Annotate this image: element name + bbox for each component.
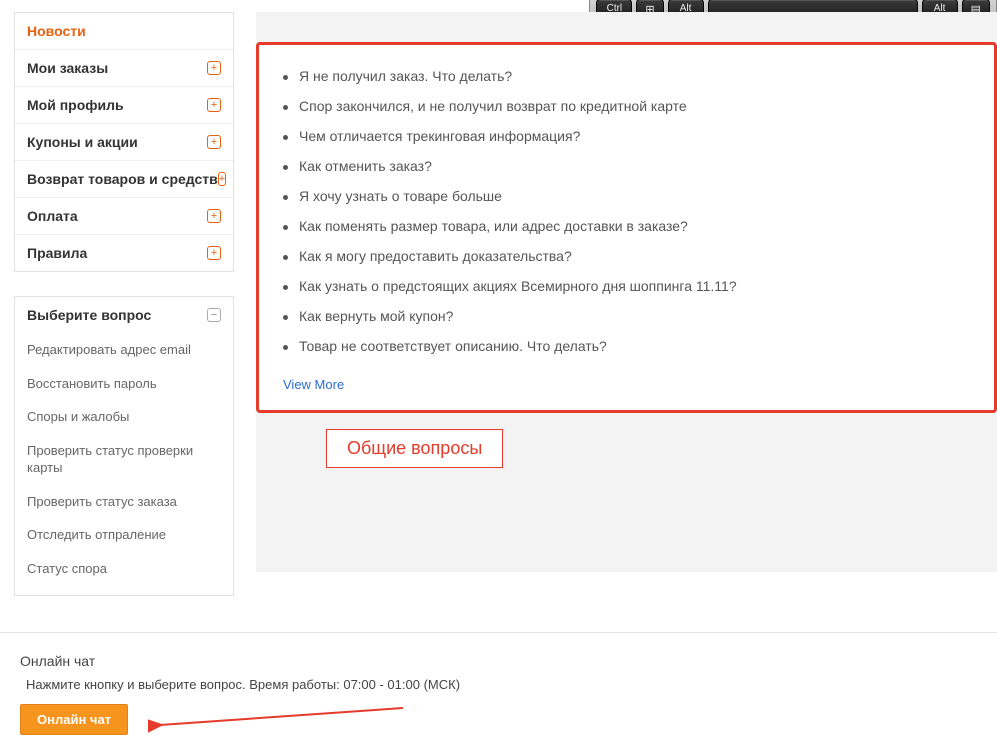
nav-label: Мой профиль xyxy=(27,97,124,113)
questions-list: Редактировать адрес email Восстановить п… xyxy=(15,333,233,595)
faq-item[interactable]: Чем отличается трекинговая информация? xyxy=(299,121,970,151)
nav-my-profile[interactable]: Мой профиль + xyxy=(15,87,233,124)
nav-label: Возврат товаров и средств xyxy=(27,171,218,187)
faq-item[interactable]: Как я могу предоставить доказательства? xyxy=(299,241,970,271)
nav-label: Новости xyxy=(27,23,86,39)
question-disputes[interactable]: Споры и жалобы xyxy=(27,400,221,434)
nav-label: Оплата xyxy=(27,208,78,224)
faq-item[interactable]: Я не получил заказ. Что делать? xyxy=(299,61,970,91)
question-track-shipment[interactable]: Отследить отпраление xyxy=(27,518,221,552)
faq-item[interactable]: Как вернуть мой купон? xyxy=(299,301,970,331)
expand-icon[interactable]: + xyxy=(207,98,221,112)
sidebar: Новости Мои заказы + Мой профиль + Купон… xyxy=(14,12,234,620)
question-edit-email[interactable]: Редактировать адрес email xyxy=(27,333,221,367)
faq-item[interactable]: Как узнать о предстоящих акциях Всемирно… xyxy=(299,271,970,301)
question-dispute-status[interactable]: Статус спора xyxy=(27,552,221,586)
questions-header[interactable]: Выберите вопрос − xyxy=(15,297,233,333)
nav-news[interactable]: Новости xyxy=(15,13,233,50)
sidebar-nav-panel: Новости Мои заказы + Мой профиль + Купон… xyxy=(14,12,234,272)
arrow-icon xyxy=(148,703,408,733)
nav-coupons[interactable]: Купоны и акции + xyxy=(15,124,233,161)
chat-title: Онлайн чат xyxy=(20,653,997,669)
nav-label: Правила xyxy=(27,245,87,261)
question-card-check-status[interactable]: Проверить статус проверки карты xyxy=(27,434,221,485)
faq-item[interactable]: Как отменить заказ? xyxy=(299,151,970,181)
faq-item[interactable]: Как поменять размер товара, или адрес до… xyxy=(299,211,970,241)
nav-payment[interactable]: Оплата + xyxy=(15,198,233,235)
nav-label: Купоны и акции xyxy=(27,134,138,150)
collapse-icon[interactable]: − xyxy=(207,308,221,322)
annotation-label: Общие вопросы xyxy=(326,429,503,468)
nav-returns[interactable]: Возврат товаров и средств + xyxy=(15,161,233,198)
online-chat-button[interactable]: Онлайн чат xyxy=(20,704,128,735)
faq-item[interactable]: Я хочу узнать о товаре больше xyxy=(299,181,970,211)
nav-my-orders[interactable]: Мои заказы + xyxy=(15,50,233,87)
sidebar-questions-panel: Выберите вопрос − Редактировать адрес em… xyxy=(14,296,234,596)
faq-list: Я не получил заказ. Что делать? Спор зак… xyxy=(283,61,970,361)
questions-header-label: Выберите вопрос xyxy=(27,307,151,323)
nav-rules[interactable]: Правила + xyxy=(15,235,233,271)
faq-item[interactable]: Спор закончился, и не получил возврат по… xyxy=(299,91,970,121)
question-order-status[interactable]: Проверить статус заказа xyxy=(27,485,221,519)
expand-icon[interactable]: + xyxy=(207,209,221,223)
chat-description: Нажмите кнопку и выберите вопрос. Время … xyxy=(20,677,997,692)
expand-icon[interactable]: + xyxy=(207,135,221,149)
main-content: Я не получил заказ. Что делать? Спор зак… xyxy=(256,12,997,572)
expand-icon[interactable]: + xyxy=(207,61,221,75)
question-restore-password[interactable]: Восстановить пароль xyxy=(27,367,221,401)
online-chat-section: Онлайн чат Нажмите кнопку и выберите воп… xyxy=(0,633,997,753)
faq-highlight-box: Я не получил заказ. Что делать? Спор зак… xyxy=(256,42,997,413)
expand-icon[interactable]: + xyxy=(218,172,226,186)
nav-label: Мои заказы xyxy=(27,60,108,76)
view-more-link[interactable]: View More xyxy=(283,361,344,396)
faq-item[interactable]: Товар не соответствует описанию. Что дел… xyxy=(299,331,970,361)
expand-icon[interactable]: + xyxy=(207,246,221,260)
